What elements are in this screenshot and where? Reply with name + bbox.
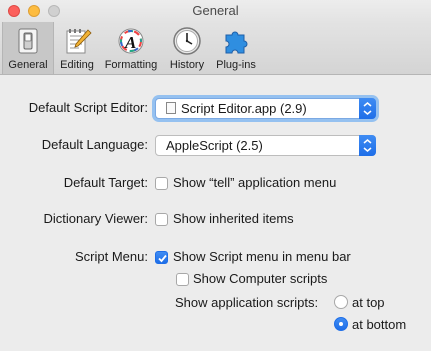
notepad-pencil-icon [62, 26, 92, 56]
tab-label: Editing [60, 59, 94, 71]
toolbar: General Editing A Formatting History Plu… [0, 22, 431, 75]
default-language-label: Default Language: [41, 137, 148, 152]
script-editor-value: Script Editor.app (2.9) [166, 101, 307, 116]
tab-general[interactable]: General [2, 22, 54, 74]
preferences-window: General General Editing A Formatting His… [0, 0, 431, 351]
script-editor-text: Script Editor.app (2.9) [181, 101, 307, 116]
puzzle-piece-icon [221, 26, 251, 56]
show-inherited-checkbox[interactable] [155, 213, 168, 226]
script-document-icon [166, 102, 176, 114]
show-tell-menu-label: Show “tell” application menu [173, 175, 337, 190]
show-script-menu-label: Show Script menu in menu bar [173, 249, 351, 264]
show-computer-scripts-label: Show Computer scripts [193, 271, 328, 286]
at-top-label: at top [352, 295, 385, 310]
show-inherited-label: Show inherited items [173, 211, 294, 226]
default-script-editor-popup[interactable]: Script Editor.app (2.9) [155, 98, 376, 119]
script-menu-label: Script Menu: [75, 249, 148, 264]
window-title: General [192, 3, 239, 18]
default-script-editor-label: Default Script Editor: [28, 100, 148, 115]
at-top-radio[interactable] [334, 295, 348, 309]
app-scripts-label: Show application scripts: [175, 295, 319, 310]
tab-label: Plug-ins [216, 59, 256, 71]
show-script-menu-checkbox[interactable] [155, 251, 168, 264]
tab-history[interactable]: History [164, 22, 210, 74]
checkmark-icon [158, 254, 167, 263]
title-bar: General [0, 0, 431, 22]
tab-formatting[interactable]: A Formatting [100, 22, 162, 74]
show-computer-scripts-checkbox[interactable] [176, 273, 189, 286]
svg-text:A: A [124, 33, 136, 52]
default-language-value: AppleScript (2.5) [166, 138, 263, 153]
switch-icon [13, 26, 43, 56]
tab-label: General [8, 59, 48, 71]
show-tell-menu-checkbox[interactable] [155, 177, 168, 190]
clock-icon [172, 26, 202, 56]
chevron-updown-icon [359, 135, 376, 156]
settings-panel: Default Script Editor: Script Editor.app… [0, 75, 431, 351]
fancy-a-icon: A [116, 26, 146, 56]
chevron-updown-icon [359, 98, 376, 119]
default-target-label: Default Target: [63, 175, 148, 190]
tab-editing[interactable]: Editing [54, 22, 100, 74]
dictionary-viewer-label: Dictionary Viewer: [43, 211, 148, 226]
default-language-popup[interactable]: AppleScript (2.5) [155, 135, 376, 156]
tab-plug-ins[interactable]: Plug-ins [210, 22, 262, 74]
at-bottom-label: at bottom [352, 317, 407, 332]
at-bottom-radio[interactable] [334, 317, 348, 331]
tab-label: Formatting [104, 59, 158, 71]
tab-label: History [169, 59, 205, 71]
